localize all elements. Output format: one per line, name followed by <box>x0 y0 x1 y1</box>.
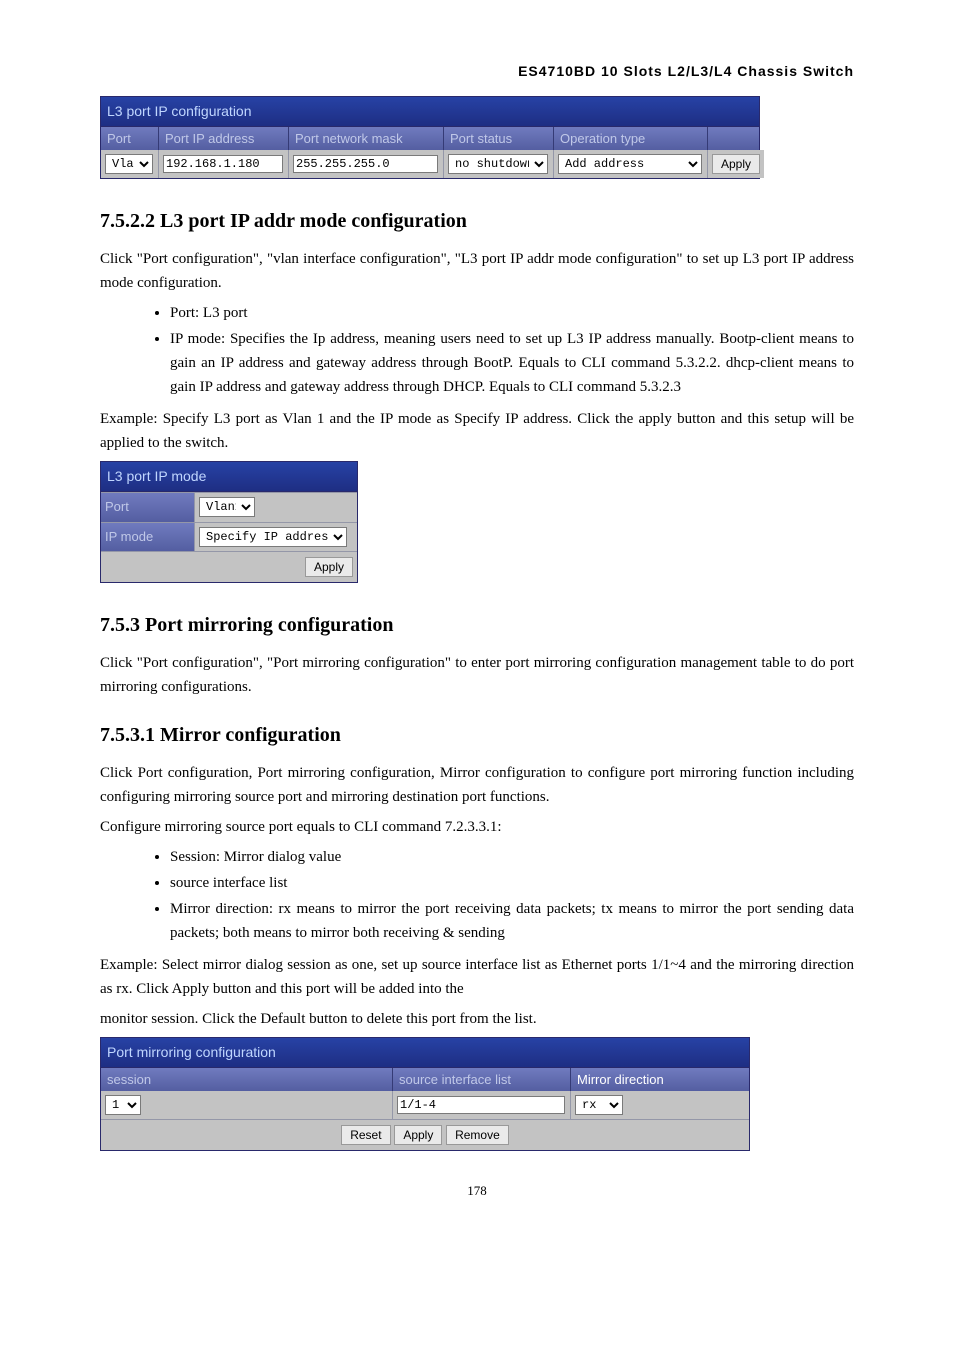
panel-title: Port mirroring configuration <box>101 1038 749 1067</box>
col-header-session: session <box>101 1068 393 1092</box>
bullet: Mirror direction: rx means to mirror the… <box>170 897 854 945</box>
para: monitor session. Click the Default butto… <box>100 1007 854 1031</box>
bullet: IP mode: Specifies the Ip address, meani… <box>170 327 854 399</box>
l3-port-ip-mode-panel: L3 port IP mode Port Vlan1 IP mode Speci… <box>100 461 358 583</box>
col-header-mask: Port network mask <box>289 127 444 151</box>
port-status-select[interactable]: no shutdown <box>448 154 548 174</box>
page-header: ES4710BD 10 Slots L2/L3/L4 Chassis Switc… <box>100 60 854 82</box>
operation-type-select[interactable]: Add address <box>558 154 702 174</box>
para: Example: Select mirror dialog session as… <box>100 953 854 1001</box>
panel-title: L3 port IP configuration <box>101 97 759 126</box>
remove-button[interactable]: Remove <box>446 1125 509 1145</box>
para: Configure mirroring source port equals t… <box>100 815 854 839</box>
ip-mode-select[interactable]: Specify IP address <box>199 527 347 547</box>
ip-address-input[interactable] <box>163 155 283 173</box>
section-7522-heading: 7.5.2.2 L3 port IP addr mode configurati… <box>100 205 854 237</box>
l3-port-ip-config-panel: L3 port IP configuration Port Port IP ad… <box>100 96 760 179</box>
col-header-op: Operation type <box>554 127 708 151</box>
section-7531-heading: 7.5.3.1 Mirror configuration <box>100 719 854 751</box>
bullet: Session: Mirror dialog value <box>170 845 854 869</box>
col-header-status: Port status <box>444 127 554 151</box>
para: Example: Specify L3 port as Vlan 1 and t… <box>100 407 854 455</box>
col-header-dir: Mirror direction <box>571 1068 749 1092</box>
para: Click "Port configuration", "Port mirror… <box>100 651 854 699</box>
port-mirroring-config-panel: Port mirroring configuration session sou… <box>100 1037 750 1151</box>
section-753-heading: 7.5.3 Port mirroring configuration <box>100 609 854 641</box>
port-select[interactable]: Vlan1 <box>199 497 255 517</box>
col-header-ip: Port IP address <box>159 127 289 151</box>
source-interface-input[interactable] <box>397 1096 565 1114</box>
ip-mode-label: IP mode <box>101 522 195 552</box>
para: Click Port configuration, Port mirroring… <box>100 761 854 809</box>
para: Click "Port configuration", "vlan interf… <box>100 247 854 295</box>
apply-button[interactable]: Apply <box>394 1125 442 1145</box>
apply-button[interactable]: Apply <box>712 154 760 174</box>
bullet: source interface list <box>170 871 854 895</box>
port-label: Port <box>101 492 195 522</box>
network-mask-input[interactable] <box>293 155 438 173</box>
col-header-source: source interface list <box>393 1068 571 1092</box>
col-header-port: Port <box>101 127 159 151</box>
bullet: Port: L3 port <box>170 301 854 325</box>
port-select[interactable]: Vlan1 <box>105 154 153 174</box>
apply-button[interactable]: Apply <box>305 557 353 577</box>
reset-button[interactable]: Reset <box>341 1125 390 1145</box>
panel-title: L3 port IP mode <box>101 462 357 491</box>
mirror-direction-select[interactable]: rx <box>575 1095 623 1115</box>
page-number: 178 <box>100 1181 854 1202</box>
session-select[interactable]: 1 <box>105 1095 141 1115</box>
col-header-blank <box>708 127 759 151</box>
